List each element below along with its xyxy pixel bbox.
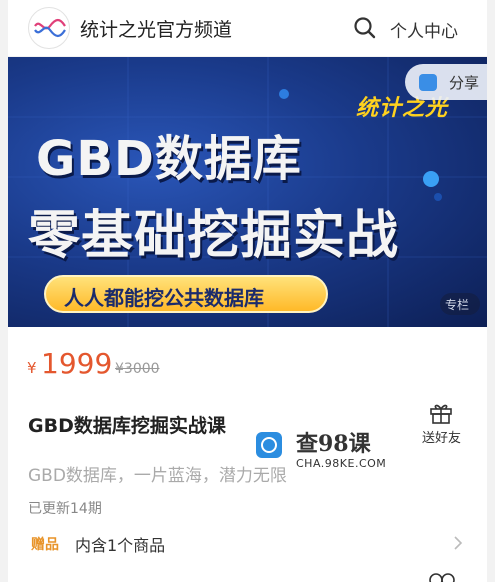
gift-tag: 赠品 xyxy=(31,537,59,553)
banner-title-line2: 零基础挖掘实战 xyxy=(28,206,400,266)
gift-contents[interactable]: 内含1个商品 xyxy=(75,532,165,556)
gift-icon[interactable] xyxy=(429,402,453,424)
currency-symbol: ¥ xyxy=(27,359,37,377)
column-tag-badge: 专栏 xyxy=(440,293,480,315)
watermark-logo-icon xyxy=(256,432,282,458)
share-button[interactable]: 分享 xyxy=(405,64,487,100)
price: 1999 xyxy=(41,347,113,380)
channel-logo[interactable] xyxy=(28,7,70,49)
banner-pill: 人人都能挖公共数据库 xyxy=(44,275,328,313)
course-info: ¥ 1999 ¥3000 GBD数据库挖掘实战课 送好友 GBD数据库，一片蓝海… xyxy=(8,327,487,582)
gift-to-friend-button[interactable]: 送好友 xyxy=(422,427,461,446)
group-icon xyxy=(429,573,455,582)
course-subtitle: GBD数据库，一片蓝海，潜力无限 xyxy=(28,466,287,486)
watermark-title: 查98课 xyxy=(296,431,371,457)
course-title: GBD数据库挖掘实战课 xyxy=(28,415,226,437)
update-count: 已更新14期 xyxy=(28,501,102,517)
share-icon xyxy=(419,74,437,91)
banner-title-line1: GBD数据库 xyxy=(36,131,302,187)
logo-wave-icon xyxy=(34,18,66,38)
original-price: ¥3000 xyxy=(115,361,160,377)
watermark-url: CHA.98KE.COM xyxy=(296,457,387,470)
banner-pill-text: 人人都能挖公共数据库 xyxy=(64,286,264,310)
search-icon[interactable] xyxy=(352,15,378,41)
channel-header: 统计之光官方频道 个人中心 xyxy=(8,0,487,56)
chevron-right-icon[interactable] xyxy=(452,535,464,551)
personal-center-link[interactable]: 个人中心 xyxy=(390,17,458,42)
course-banner[interactable]: 统计之光 GBD数据库 零基础挖掘实战 人人都能挖公共数据库 分享 专栏 xyxy=(8,57,487,327)
column-tag-text: 专栏 xyxy=(445,298,470,312)
watermark-logo-ring xyxy=(261,437,277,453)
share-label: 分享 xyxy=(449,74,480,92)
channel-name[interactable]: 统计之光官方频道 xyxy=(80,15,232,42)
